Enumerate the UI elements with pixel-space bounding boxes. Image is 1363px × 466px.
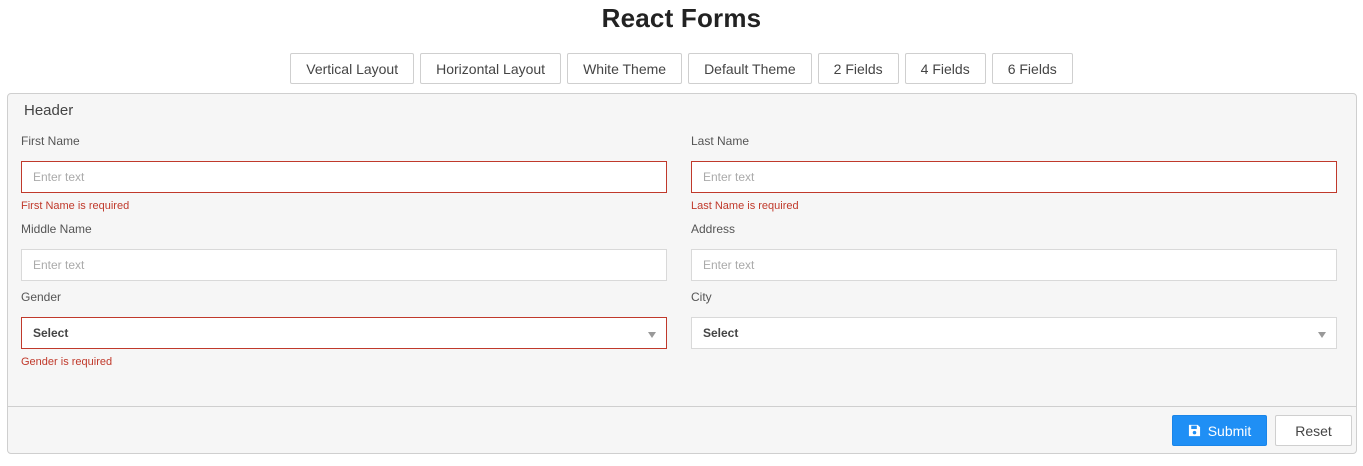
gender-label: Gender: [21, 290, 62, 304]
gender-select-value: Select: [33, 326, 69, 340]
gender-group: Gender Select Gender is required: [21, 289, 667, 369]
submit-button[interactable]: Submit: [1172, 415, 1267, 446]
city-label: City: [691, 290, 712, 304]
address-input[interactable]: [691, 249, 1337, 281]
layout-toolbar: Vertical Layout Horizontal Layout White …: [0, 53, 1363, 84]
city-group: City Select: [691, 289, 1337, 349]
last-name-error: Last Name is required: [691, 200, 799, 212]
middle-name-label: Middle Name: [21, 222, 92, 236]
default-theme-button[interactable]: Default Theme: [688, 53, 812, 84]
last-name-label: Last Name: [691, 134, 750, 148]
city-select[interactable]: Select: [691, 317, 1337, 349]
four-fields-button[interactable]: 4 Fields: [904, 53, 986, 84]
gender-select[interactable]: Select: [21, 317, 667, 349]
form-panel: Header First Name First Name is required…: [7, 93, 1357, 454]
first-name-input[interactable]: [21, 161, 667, 193]
panel-header: Header: [24, 102, 74, 119]
first-name-label: First Name: [21, 134, 80, 148]
reset-button[interactable]: Reset: [1275, 415, 1352, 446]
save-icon: [1188, 424, 1201, 437]
page-title: React Forms: [601, 3, 762, 33]
first-name-group: First Name First Name is required: [21, 133, 667, 213]
first-name-error: First Name is required: [21, 200, 130, 212]
address-label: Address: [691, 222, 736, 236]
last-name-group: Last Name Last Name is required: [691, 133, 1337, 213]
submit-label: Submit: [1207, 422, 1252, 439]
city-select-value: Select: [703, 326, 739, 340]
address-group: Address: [691, 221, 1337, 281]
gender-error: Gender is required: [21, 356, 113, 368]
middle-name-group: Middle Name: [21, 221, 667, 281]
horizontal-layout-button[interactable]: Horizontal Layout: [420, 53, 562, 84]
chevron-down-icon: [648, 331, 656, 338]
middle-name-input[interactable]: [21, 249, 667, 281]
panel-footer: Submit Reset: [8, 406, 1356, 454]
last-name-input[interactable]: [691, 161, 1337, 193]
white-theme-button[interactable]: White Theme: [567, 53, 683, 84]
six-fields-button[interactable]: 6 Fields: [991, 53, 1073, 84]
two-fields-button[interactable]: 2 Fields: [817, 53, 899, 84]
chevron-down-icon: [1318, 331, 1326, 338]
vertical-layout-button[interactable]: Vertical Layout: [290, 53, 415, 84]
